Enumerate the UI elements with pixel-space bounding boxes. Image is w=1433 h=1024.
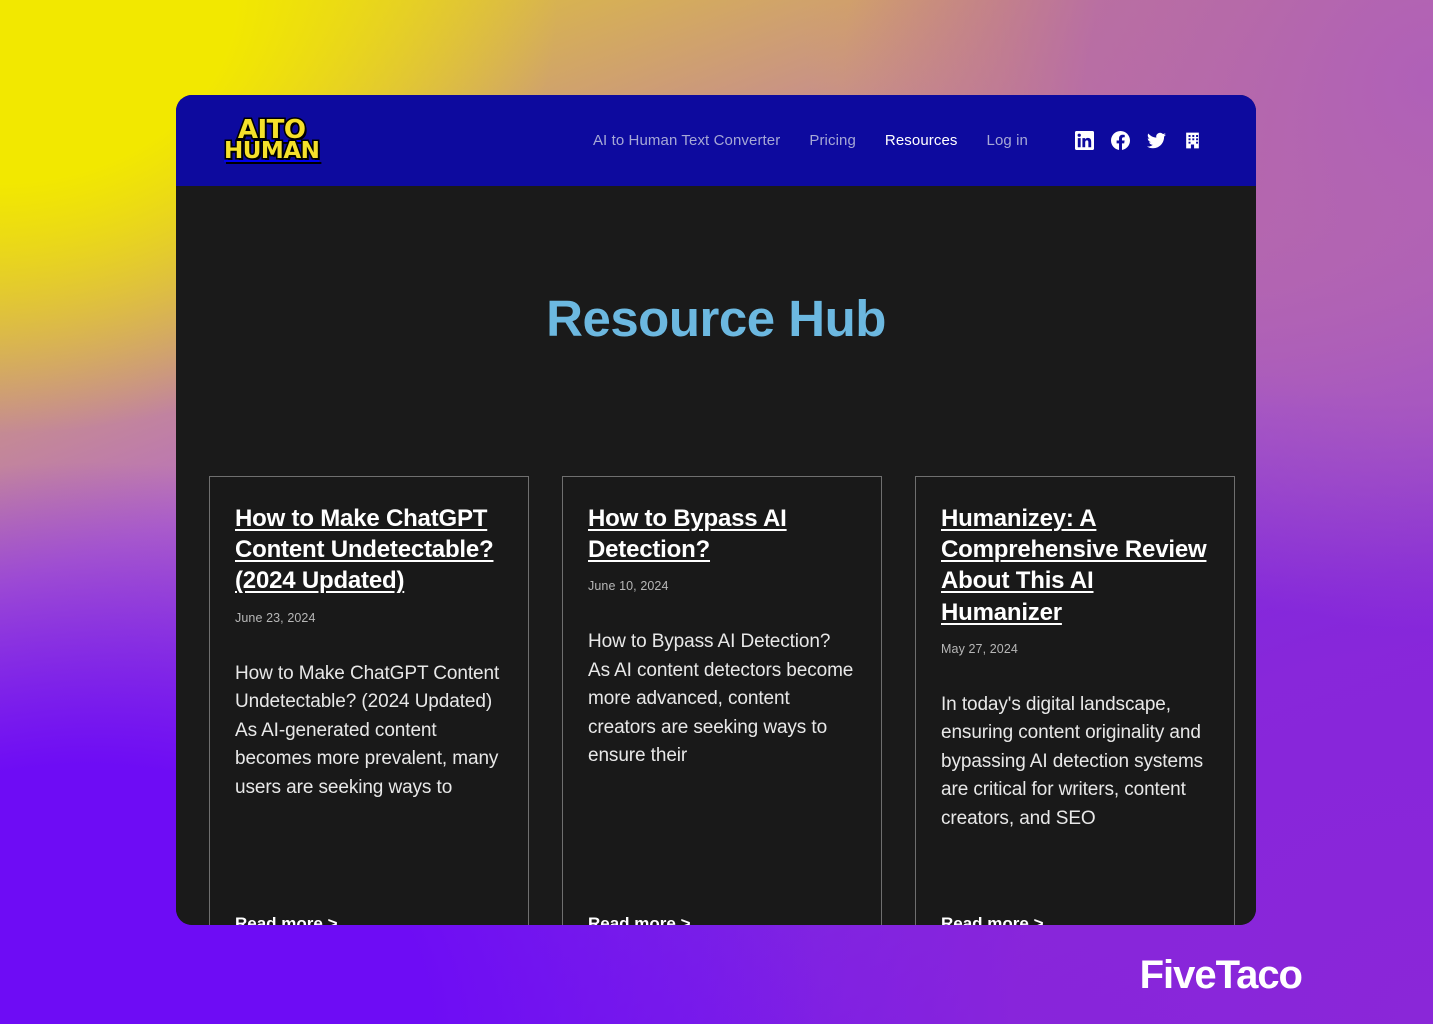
post-date: June 23, 2024: [235, 610, 316, 625]
page-backdrop: AITO HUMAN AI to Human Text Converter Pr…: [0, 0, 1433, 1024]
post-title-link[interactable]: How to Make ChatGPT Content Undetectable…: [235, 503, 503, 597]
post-date: May 27, 2024: [941, 641, 1018, 656]
nav-link-resources[interactable]: Resources: [885, 132, 958, 149]
nav-link-pricing[interactable]: Pricing: [809, 132, 856, 149]
resource-card[interactable]: Humanizey: A Comprehensive Review About …: [915, 476, 1235, 925]
main-navigation: AI to Human Text Converter Pricing Resou…: [593, 131, 1202, 150]
post-excerpt: How to Bypass AI Detection? As AI conten…: [588, 631, 854, 767]
resource-card[interactable]: How to Bypass AI Detection? June 10, 202…: [562, 476, 882, 925]
logo-line-2: HUMAN: [222, 137, 321, 164]
site-body: Resource Hub How to Make ChatGPT Content…: [176, 186, 1256, 925]
post-title-link[interactable]: Humanizey: A Comprehensive Review About …: [941, 503, 1209, 628]
facebook-icon[interactable]: [1111, 131, 1130, 150]
twitter-icon[interactable]: [1147, 131, 1166, 150]
resource-card-grid: How to Make ChatGPT Content Undetectable…: [209, 476, 1236, 925]
site-window: AITO HUMAN AI to Human Text Converter Pr…: [176, 95, 1256, 925]
site-logo[interactable]: AITO HUMAN: [222, 116, 321, 164]
post-excerpt: How to Make ChatGPT Content Undetectable…: [235, 662, 500, 798]
post-excerpt: In today's digital landscape, ensuring c…: [941, 693, 1204, 829]
nav-link-login[interactable]: Log in: [987, 132, 1028, 149]
social-links: [1075, 131, 1202, 150]
post-title-link[interactable]: How to Bypass AI Detection?: [588, 503, 856, 565]
read-more-link[interactable]: Read more >: [941, 884, 1044, 925]
read-more-link[interactable]: Read more >: [235, 884, 338, 925]
building-icon[interactable]: [1183, 131, 1202, 150]
nav-link-converter[interactable]: AI to Human Text Converter: [593, 132, 780, 149]
post-date: June 10, 2024: [588, 579, 669, 594]
site-header: AITO HUMAN AI to Human Text Converter Pr…: [176, 95, 1256, 186]
page-title: Resource Hub: [546, 290, 886, 347]
resource-card[interactable]: How to Make ChatGPT Content Undetectable…: [209, 476, 529, 925]
linkedin-icon[interactable]: [1075, 131, 1094, 150]
fivetaco-watermark: FiveTaco: [1139, 953, 1303, 997]
read-more-link[interactable]: Read more >: [588, 884, 691, 925]
